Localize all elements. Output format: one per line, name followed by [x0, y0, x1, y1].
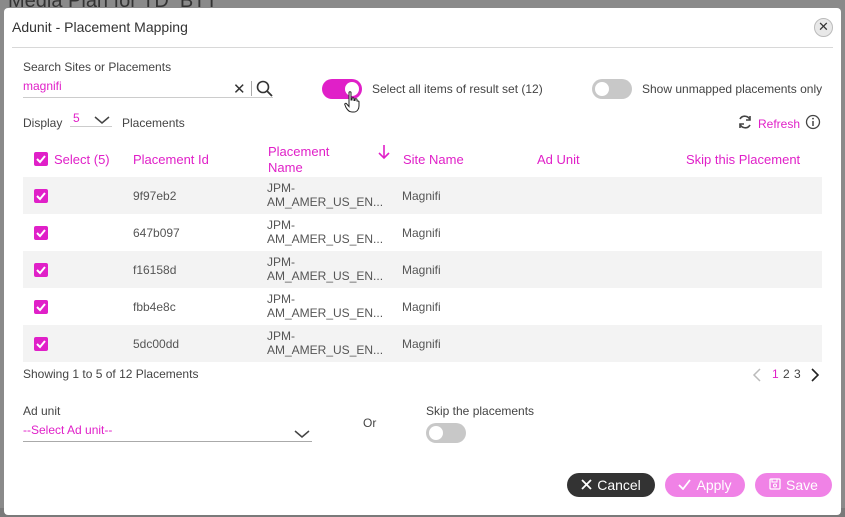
site-name-cell: Magnifi: [402, 337, 441, 351]
table-row: fbb4e8c JPM- AM_AMER_US_EN... Magnifi: [23, 288, 822, 325]
placement-name-line1: JPM-: [267, 181, 295, 195]
site-name-header[interactable]: Site Name: [403, 152, 464, 167]
toggle-knob: [429, 426, 443, 440]
row-checkbox[interactable]: [34, 263, 48, 277]
close-button[interactable]: ✕: [814, 18, 833, 37]
refresh-label: Refresh: [758, 116, 801, 131]
select-column-header[interactable]: Select (5): [54, 152, 110, 167]
display-count-select[interactable]: 5: [73, 111, 80, 125]
showing-count-text: Showing 1 to 5 of 12 Placements: [23, 367, 199, 381]
refresh-button[interactable]: Refresh: [737, 114, 821, 133]
placement-name-cell: JPM- AM_AMER_US_EN...: [267, 181, 387, 209]
ad-unit-select[interactable]: --Select Ad unit--: [23, 423, 112, 437]
select-all-label: Select all items of result set (12): [372, 82, 543, 96]
row-checkbox[interactable]: [34, 300, 48, 314]
page-2-link[interactable]: 2: [783, 367, 790, 381]
table-row: f16158d JPM- AM_AMER_US_EN... Magnifi: [23, 251, 822, 288]
placement-id-cell: fbb4e8c: [133, 300, 176, 314]
ad-unit-header[interactable]: Ad Unit: [537, 152, 580, 167]
select-all-checkbox[interactable]: [34, 152, 48, 166]
placement-id-cell: 9f97eb2: [133, 189, 177, 203]
skip-placement-header[interactable]: Skip this Placement: [686, 152, 800, 167]
row-checkbox[interactable]: [34, 226, 48, 240]
placement-id-cell: f16158d: [133, 263, 177, 277]
page-1-link[interactable]: 1: [772, 367, 779, 381]
placement-name-line1: JPM-: [267, 255, 295, 269]
site-name-cell: Magnifi: [402, 226, 441, 240]
row-checkbox[interactable]: [34, 337, 48, 351]
placement-name-line2: AM_AMER_US_EN...: [267, 343, 384, 357]
apply-label: Apply: [696, 477, 732, 493]
header-divider: [12, 47, 833, 48]
cancel-label: Cancel: [597, 477, 641, 493]
chevron-right-icon[interactable]: [810, 368, 820, 387]
search-input[interactable]: magnifi: [23, 79, 62, 93]
placement-name-line1: JPM-: [267, 292, 295, 306]
dialog-title: Adunit - Placement Mapping: [12, 19, 188, 35]
placement-id-header[interactable]: Placement Id: [133, 152, 209, 167]
table-row: 5dc00dd JPM- AM_AMER_US_EN... Magnifi: [23, 325, 822, 362]
placement-id-cell: 5dc00dd: [133, 337, 180, 351]
or-label: Or: [363, 416, 377, 430]
placement-name-cell: JPM- AM_AMER_US_EN...: [267, 255, 387, 283]
info-icon[interactable]: [805, 114, 821, 133]
page-3-link[interactable]: 3: [794, 367, 801, 381]
skip-placements-label: Skip the placements: [426, 404, 535, 418]
display-underline: [70, 126, 112, 127]
placement-name-header-line2[interactable]: Name: [268, 160, 303, 175]
site-name-cell: Magnifi: [402, 263, 441, 277]
hand-pointer-icon: [344, 91, 360, 118]
placement-name-cell: JPM- AM_AMER_US_EN...: [267, 292, 387, 320]
search-label: Search Sites or Placements: [23, 60, 172, 74]
cancel-button[interactable]: Cancel: [567, 473, 655, 497]
save-button[interactable]: Save: [755, 473, 832, 497]
sort-arrow-down-icon[interactable]: [377, 144, 391, 165]
placement-name-line2: AM_AMER_US_EN...: [267, 232, 384, 246]
placement-name-line2: AM_AMER_US_EN...: [267, 195, 384, 209]
placement-name-cell: JPM- AM_AMER_US_EN...: [267, 329, 387, 357]
placement-name-line2: AM_AMER_US_EN...: [267, 306, 384, 320]
skip-placements-toggle[interactable]: [426, 423, 466, 443]
placement-name-line1: JPM-: [267, 329, 295, 343]
search-icon[interactable]: [256, 80, 273, 102]
ad-unit-label: Ad unit: [23, 404, 61, 418]
placement-name-cell: JPM- AM_AMER_US_EN...: [267, 218, 387, 246]
placement-mapping-dialog: Adunit - Placement Mapping ✕ Search Site…: [4, 8, 841, 515]
placement-id-cell: 647b097: [133, 226, 180, 240]
table-row: 647b097 JPM- AM_AMER_US_EN... Magnifi: [23, 214, 822, 251]
toggle-knob: [595, 82, 609, 96]
placement-name-line2: AM_AMER_US_EN...: [267, 269, 384, 283]
chevron-down-icon[interactable]: [94, 112, 110, 130]
refresh-icon: [737, 114, 753, 133]
search-separator: [251, 81, 252, 96]
ad-unit-underline: [23, 441, 312, 442]
close-icon: [581, 477, 592, 493]
display-suffix: Placements: [122, 116, 185, 130]
show-unmapped-toggle[interactable]: [592, 79, 632, 99]
save-label: Save: [786, 477, 818, 493]
display-label: Display: [23, 116, 63, 130]
site-name-cell: Magnifi: [402, 300, 441, 314]
placement-name-header-line1[interactable]: Placement: [268, 144, 329, 159]
row-checkbox[interactable]: [34, 189, 48, 203]
save-icon: [769, 477, 781, 493]
table-row: 9f97eb2 JPM- AM_AMER_US_EN... Magnifi: [23, 177, 822, 214]
site-name-cell: Magnifi: [402, 189, 441, 203]
apply-button[interactable]: Apply: [665, 473, 745, 497]
show-unmapped-label: Show unmapped placements only: [642, 82, 823, 96]
checkmark-icon: [678, 477, 692, 493]
clear-search-icon[interactable]: ✕: [233, 80, 246, 98]
chevron-left-icon[interactable]: [752, 368, 762, 387]
placement-name-line1: JPM-: [267, 218, 295, 232]
